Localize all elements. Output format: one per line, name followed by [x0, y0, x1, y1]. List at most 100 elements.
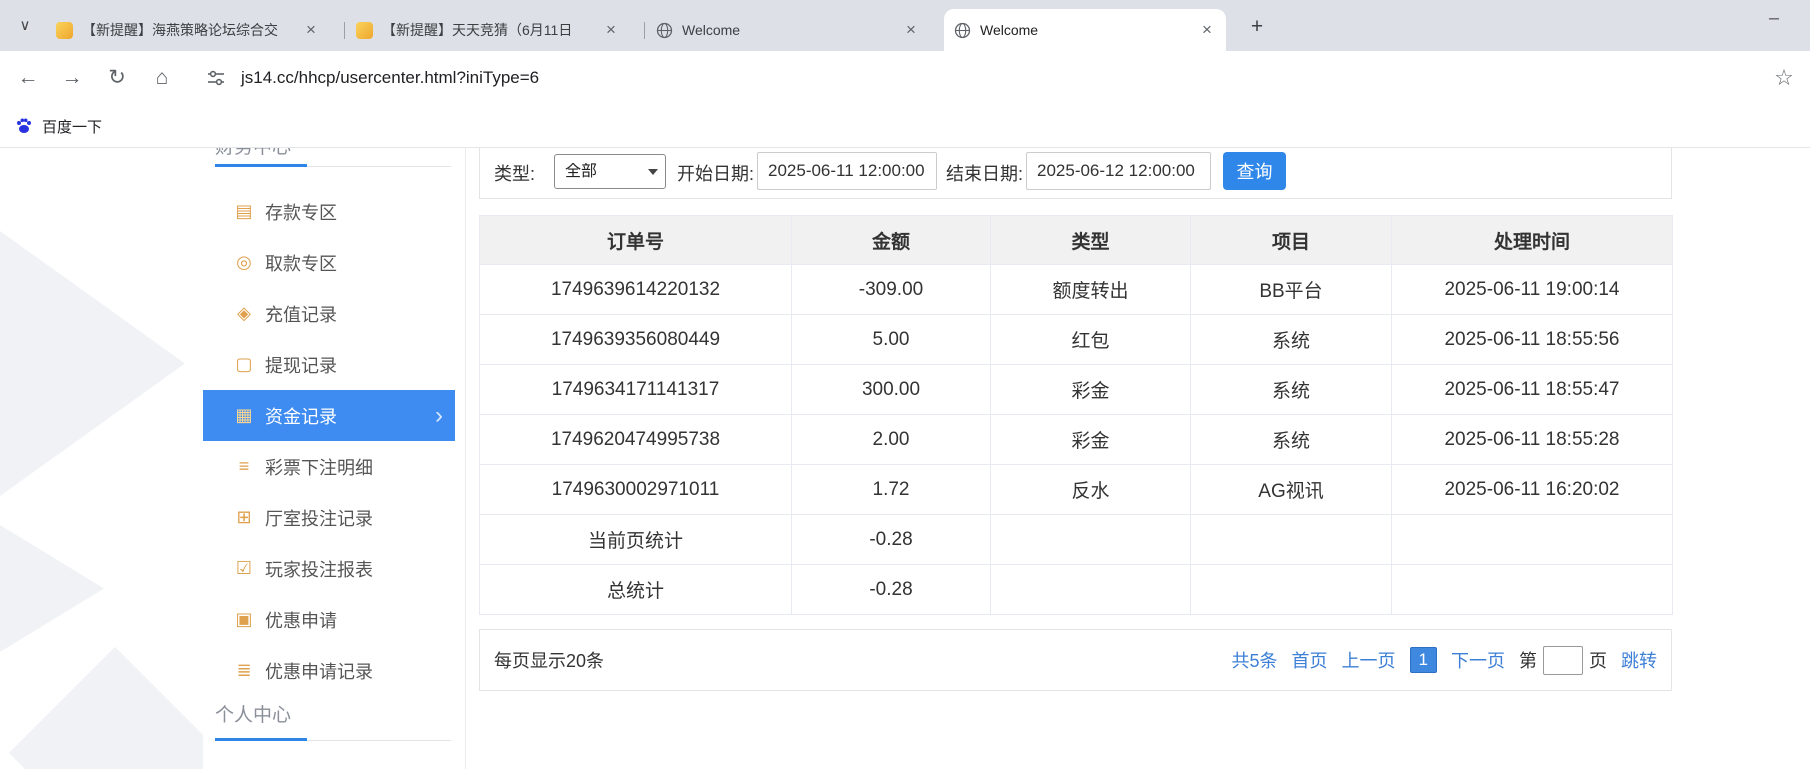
- end-date-input[interactable]: [1026, 152, 1211, 190]
- sidebar-item-recharge-records[interactable]: ◈ 充值记录: [203, 288, 455, 339]
- records-table: 订单号 金额 类型 项目 处理时间 1749639614220132 -309.…: [479, 215, 1673, 615]
- next-page-link[interactable]: 下一页: [1451, 647, 1505, 673]
- sidebar-item-withdrawal-records[interactable]: ▢ 提现记录: [203, 339, 455, 390]
- cell-project: BB平台: [1191, 265, 1392, 315]
- cell-empty: [1392, 515, 1673, 565]
- lottery-bet-detail-icon: ≡: [229, 456, 259, 477]
- pager-controls: 共5条 首页 上一页 1 下一页 第 页 跳转: [1232, 646, 1657, 675]
- table-row: 1749620474995738 2.00 彩金 系统 2025-06-11 1…: [480, 415, 1673, 465]
- tab-title: 【新提醒】海燕策略论坛综合交: [82, 20, 296, 40]
- tab-welcome-2-active[interactable]: Welcome ×: [944, 9, 1226, 51]
- page-jump-input[interactable]: [1543, 646, 1583, 675]
- player-bet-report-icon: ☑: [229, 558, 259, 579]
- cell-type: 彩金: [991, 365, 1191, 415]
- sidebar-item-hall-bet-records[interactable]: ⊞ 厅室投注记录: [203, 492, 455, 543]
- cell-type: 反水: [991, 465, 1191, 515]
- cell-order-no: 1749634171141317: [480, 365, 792, 415]
- cell-amount: 300.00: [792, 365, 991, 415]
- col-header-amount: 金额: [792, 216, 991, 265]
- table-row-total-stats: 总统计 -0.28: [480, 565, 1673, 615]
- cell-type: 额度转出: [991, 265, 1191, 315]
- cell-amount: -0.28: [792, 565, 991, 615]
- back-icon[interactable]: ←: [11, 62, 45, 94]
- current-page-badge[interactable]: 1: [1410, 647, 1437, 673]
- tab-close-icon[interactable]: ×: [602, 20, 620, 40]
- promo-apply-record-icon: ≣: [229, 660, 259, 681]
- cell-project: AG视讯: [1191, 465, 1392, 515]
- cell-empty: [1191, 565, 1392, 615]
- first-page-link[interactable]: 首页: [1292, 647, 1328, 673]
- navigation-bar: ← → ↻ ⌂ js14.cc/hhcp/usercenter.html?ini…: [0, 51, 1810, 104]
- sidebar-item-lottery-bet-details[interactable]: ≡ 彩票下注明细: [203, 441, 455, 492]
- tab-search-chevron-icon[interactable]: ∨: [12, 13, 38, 39]
- sidebar-item-promo-apply[interactable]: ▣ 优惠申请: [203, 594, 455, 645]
- tab-forum-1[interactable]: 【新提醒】海燕策略论坛综合交 ×: [46, 9, 330, 51]
- window-minimize-button[interactable]: ─: [1750, 0, 1798, 38]
- bookmark-star-icon[interactable]: ☆: [1767, 62, 1801, 94]
- sidebar-item-label: 彩票下注明细: [265, 454, 373, 480]
- type-select[interactable]: 全部: [554, 154, 666, 189]
- tab-strip: ∨ 【新提醒】海燕策略论坛综合交 × 【新提醒】天天竞猜（6月11日 × Wel…: [0, 0, 1810, 51]
- tab-welcome-1[interactable]: Welcome ×: [646, 9, 930, 51]
- bookmark-baidu[interactable]: 百度一下: [14, 112, 102, 140]
- sidebar-item-withdraw-zone[interactable]: ◎ 取款专区: [203, 237, 455, 288]
- reload-icon[interactable]: ↻: [100, 62, 134, 94]
- cell-amount: 2.00: [792, 415, 991, 465]
- decor-triangle: [0, 231, 185, 496]
- cell-empty: [991, 515, 1191, 565]
- globe-favicon-icon: [954, 22, 971, 39]
- filter-bar: 类型: 全部 开始日期: 结束日期: 查询: [479, 148, 1672, 199]
- sidebar-item-funds-records-active[interactable]: ▦ 资金记录 ›: [203, 390, 455, 441]
- sidebar-section-finance-title: 财务中心: [215, 148, 291, 159]
- end-date-label: 结束日期:: [946, 160, 1023, 186]
- cell-empty: [991, 565, 1191, 615]
- cell-stats-label: 当前页统计: [480, 515, 792, 565]
- total-count-text: 共5条: [1232, 647, 1278, 673]
- sidebar-item-promo-apply-records[interactable]: ≣ 优惠申请记录: [203, 645, 455, 696]
- tab-close-icon[interactable]: ×: [902, 20, 920, 40]
- sidebar-item-player-bet-report[interactable]: ☑ 玩家投注报表: [203, 543, 455, 594]
- table-header-row: 订单号 金额 类型 项目 处理时间: [480, 216, 1673, 265]
- tab-separator: [644, 22, 645, 39]
- funds-record-icon: ▦: [229, 405, 259, 426]
- sidebar-item-label: 优惠申请记录: [265, 658, 373, 684]
- tab-title: Welcome: [682, 22, 896, 38]
- cell-amount: -309.00: [792, 265, 991, 315]
- jump-button[interactable]: 跳转: [1621, 647, 1657, 673]
- table-row-page-stats: 当前页统计 -0.28: [480, 515, 1673, 565]
- table-row: 1749630002971011 1.72 反水 AG视讯 2025-06-11…: [480, 465, 1673, 515]
- type-filter-label: 类型:: [494, 160, 535, 186]
- address-bar-url[interactable]: js14.cc/hhcp/usercenter.html?iniType=6: [241, 66, 539, 90]
- sidebar-item-label: 厅室投注记录: [265, 505, 373, 531]
- site-info-tune-icon[interactable]: [199, 67, 233, 89]
- cell-order-no: 1749639356080449: [480, 315, 792, 365]
- per-page-text: 每页显示20条: [494, 647, 604, 673]
- cell-amount: 1.72: [792, 465, 991, 515]
- cell-amount: -0.28: [792, 515, 991, 565]
- forward-icon[interactable]: →: [55, 62, 89, 94]
- sidebar: 财务中心 ▤ 存款专区 ◎ 取款专区 ◈ 充值记录 ▢ 提现记录: [203, 148, 466, 769]
- sidebar-item-label: 提现记录: [265, 352, 337, 378]
- new-tab-button[interactable]: +: [1244, 14, 1270, 40]
- sidebar-item-deposit-zone[interactable]: ▤ 存款专区: [203, 186, 455, 237]
- browser-window: ∨ 【新提醒】海燕策略论坛综合交 × 【新提醒】天天竞猜（6月11日 × Wel…: [0, 0, 1810, 769]
- tab-forum-2[interactable]: 【新提醒】天天竞猜（6月11日 ×: [346, 9, 630, 51]
- query-button[interactable]: 查询: [1223, 152, 1286, 190]
- start-date-input[interactable]: [757, 152, 937, 190]
- prev-page-link[interactable]: 上一页: [1342, 647, 1396, 673]
- cell-empty: [1191, 515, 1392, 565]
- tab-close-icon[interactable]: ×: [1198, 20, 1216, 40]
- col-header-order-no: 订单号: [480, 216, 792, 265]
- promo-apply-icon: ▣: [229, 609, 259, 630]
- hall-bet-record-icon: ⊞: [229, 507, 259, 528]
- cell-order-no: 1749620474995738: [480, 415, 792, 465]
- table-row: 1749634171141317 300.00 彩金 系统 2025-06-11…: [480, 365, 1673, 415]
- table-row: 1749639614220132 -309.00 额度转出 BB平台 2025-…: [480, 265, 1673, 315]
- recharge-record-icon: ◈: [229, 303, 259, 324]
- withdraw-coins-icon: ◎: [229, 252, 259, 273]
- col-header-time: 处理时间: [1392, 216, 1673, 265]
- tab-close-icon[interactable]: ×: [302, 20, 320, 40]
- cell-order-no: 1749639614220132: [480, 265, 792, 315]
- home-icon[interactable]: ⌂: [145, 62, 179, 94]
- forum-favicon-icon: [356, 22, 373, 39]
